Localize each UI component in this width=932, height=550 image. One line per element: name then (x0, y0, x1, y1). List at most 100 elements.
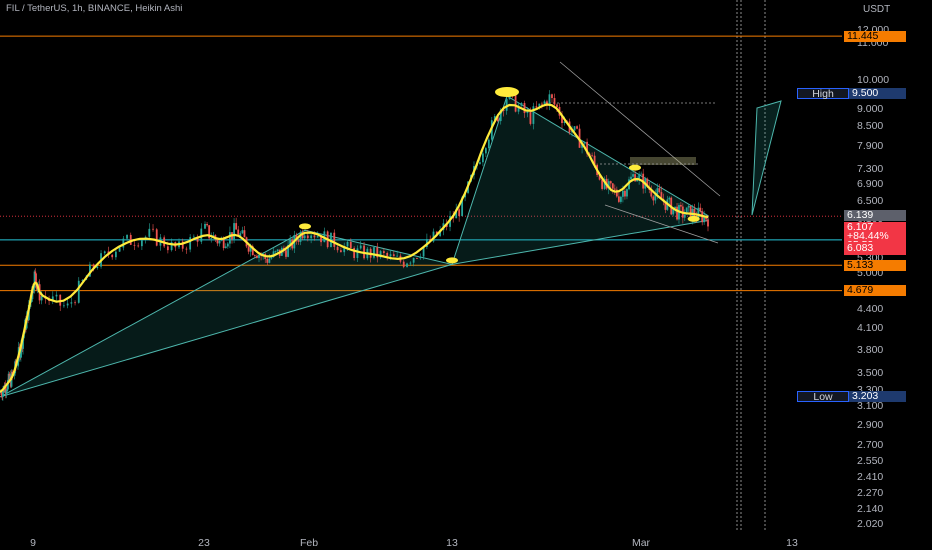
pivot-high-marker (629, 164, 641, 171)
candle-body (115, 251, 117, 258)
candle-body (419, 256, 422, 259)
y-tick-label: 2.900 (857, 419, 883, 431)
candle-body (306, 235, 309, 239)
candle-body (416, 258, 418, 259)
open-price: 6.083 (844, 242, 906, 255)
candle-body (258, 254, 260, 258)
level-price-tag: 11.445 (844, 30, 906, 42)
currency-label: USDT (863, 4, 891, 15)
candle-body (707, 219, 709, 227)
candle-body (216, 239, 219, 244)
y-tick-label: 4.400 (857, 303, 883, 315)
candle-body (297, 240, 300, 242)
candle-body (529, 111, 532, 124)
price-label-value: 3.203 (849, 391, 906, 403)
candle-body (658, 188, 661, 193)
candle-body (601, 179, 604, 189)
candle-body (210, 238, 213, 239)
x-tick-label: 13 (446, 537, 458, 549)
candle-body (226, 243, 229, 247)
candle-body (155, 229, 158, 246)
candle-body (103, 251, 106, 254)
candle-body (233, 223, 235, 240)
candle-body (133, 244, 136, 246)
candle-body (140, 240, 143, 247)
price-chart[interactable]: 12.00011.00010.0009.0008.5007.9007.3006.… (0, 0, 932, 550)
candle-body (63, 305, 65, 307)
candle-body (356, 248, 359, 258)
pivot-high-marker (299, 223, 311, 230)
candle-body (656, 188, 659, 195)
y-tick-label: 2.140 (857, 503, 883, 515)
candle-body (276, 249, 279, 252)
candle-body (268, 258, 271, 263)
y-tick-label: 6.500 (857, 195, 883, 207)
candle-body (126, 234, 128, 239)
candle-body (152, 228, 154, 230)
candle-body (412, 258, 415, 263)
axis-layer: 12.00011.00010.0009.0008.5007.9007.3006.… (30, 24, 889, 549)
candle-body (624, 190, 626, 197)
candle-body (285, 250, 287, 257)
candle-body (148, 228, 151, 237)
pattern-layer (0, 61, 782, 398)
candle-body (243, 230, 246, 238)
y-tick-label: 7.300 (857, 163, 883, 175)
y-tick-label: 2.020 (857, 518, 883, 530)
candle-body (406, 263, 408, 267)
candle-body (241, 230, 244, 234)
candle-body (266, 258, 269, 263)
candle-body (479, 162, 481, 164)
candle-body (118, 247, 121, 252)
candle-body (573, 126, 576, 131)
projection-shape (751, 100, 782, 216)
candle-body (640, 173, 643, 175)
candle-body (699, 207, 702, 212)
x-tick-label: Feb (300, 537, 318, 549)
candle-body (396, 255, 399, 257)
pivot-low-marker (687, 215, 700, 222)
candle-body (551, 94, 553, 99)
candle-body (224, 246, 227, 249)
candle-body (520, 103, 523, 106)
x-tick-label: 23 (198, 537, 210, 549)
candle-body (541, 103, 543, 105)
candle-body (392, 254, 395, 257)
candle-body (543, 101, 546, 104)
y-tick-label: 4.100 (857, 322, 883, 334)
candle-body (247, 246, 250, 252)
x-tick-label: 9 (30, 537, 36, 549)
candle-body (55, 294, 58, 297)
y-tick-label: 2.550 (857, 455, 883, 467)
candle-body (526, 111, 529, 114)
price-label-value: 9.500 (849, 87, 906, 99)
candle-body (382, 251, 385, 253)
candle-body (620, 196, 622, 202)
candle-body (253, 255, 256, 256)
candle-body (680, 205, 682, 207)
candle-body (632, 174, 634, 177)
candle-body (137, 245, 140, 247)
price-label-name: High (797, 87, 849, 99)
candle-body (349, 241, 352, 248)
candle-body (487, 139, 490, 149)
candle-body (111, 254, 114, 258)
candle-body (336, 246, 339, 251)
candle-body (166, 246, 169, 251)
candle-body (613, 188, 616, 190)
candle-body (222, 239, 225, 249)
pivot-high-marker (495, 87, 519, 98)
y-tick-label: 7.900 (857, 140, 883, 152)
candle-body (630, 176, 632, 180)
candle-body (316, 236, 319, 238)
candle-body (235, 223, 238, 230)
candle-body (389, 254, 392, 257)
level-price-tag: 5.133 (844, 259, 906, 271)
pivot-low-marker (446, 257, 458, 264)
y-tick-label: 9.000 (857, 103, 883, 115)
candle-body (274, 251, 277, 252)
rising-wedge-shape (0, 229, 454, 398)
y-tick-label: 8.500 (857, 120, 883, 132)
candle-body (206, 223, 208, 226)
candle-body (622, 190, 624, 197)
